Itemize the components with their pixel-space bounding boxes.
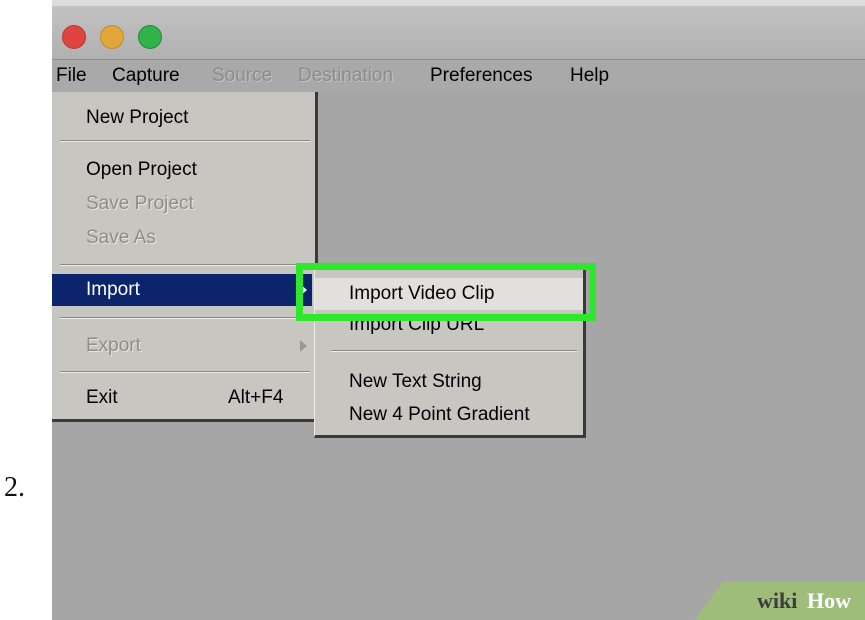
menu-capture[interactable]: Capture [112,65,180,87]
menu-bar: File Capture Source Destination Preferen… [52,60,865,92]
menu-item-label: New 4 Point Gradient [349,404,530,425]
menu-item-save-as: Save As [52,222,312,254]
maximize-window-button[interactable] [138,25,162,49]
menu-item-label: Exit [86,387,118,408]
menu-destination: Destination [298,65,394,86]
minimize-window-button[interactable] [100,25,124,49]
menu-item-label: Save Project [86,193,194,214]
step-number: 2. [4,472,25,503]
menu-item-new-4-point-gradient[interactable]: New 4 Point Gradient [315,399,583,431]
menu-item-import[interactable]: Import [52,274,312,306]
close-window-button[interactable] [62,25,86,49]
file-menu-dropdown: New Project Open Project Save Project Sa… [52,92,318,422]
menu-file[interactable]: File [56,65,87,87]
menu-help[interactable]: Help [570,65,609,87]
watermark-logo: wiki How [695,582,865,620]
watermark-text: How [807,588,851,613]
menu-item-new-project[interactable]: New Project [52,102,312,134]
menu-item-label: New Text String [349,371,482,392]
keyboard-shortcut: Alt+F4 [228,387,284,408]
menu-source: Source [212,65,273,86]
menu-preferences[interactable]: Preferences [430,65,532,87]
menu-separator [60,317,310,319]
menu-separator [331,350,577,352]
menu-item-new-text-string[interactable]: New Text String [315,366,583,398]
menu-separator [60,264,310,266]
menu-separator [60,140,310,142]
menu-item-open-project[interactable]: Open Project [52,154,312,186]
app-window: File Capture Source Destination Preferen… [52,0,865,620]
menu-item-label: New Project [86,107,189,128]
menu-item-save-project: Save Project [52,188,312,220]
menu-separator [60,371,310,373]
menu-item-export: Export [52,330,312,362]
submenu-arrow-icon [300,340,307,352]
menu-item-label: Open Project [86,159,197,180]
watermark-text: wiki [757,588,798,613]
title-bar [52,0,865,60]
menu-item-exit[interactable]: Exit Alt+F4 [52,382,312,414]
menu-item-label: Save As [86,227,156,248]
menu-item-label: Export [86,335,141,356]
menu-item-label: Import [86,279,140,300]
highlight-box [296,263,596,321]
